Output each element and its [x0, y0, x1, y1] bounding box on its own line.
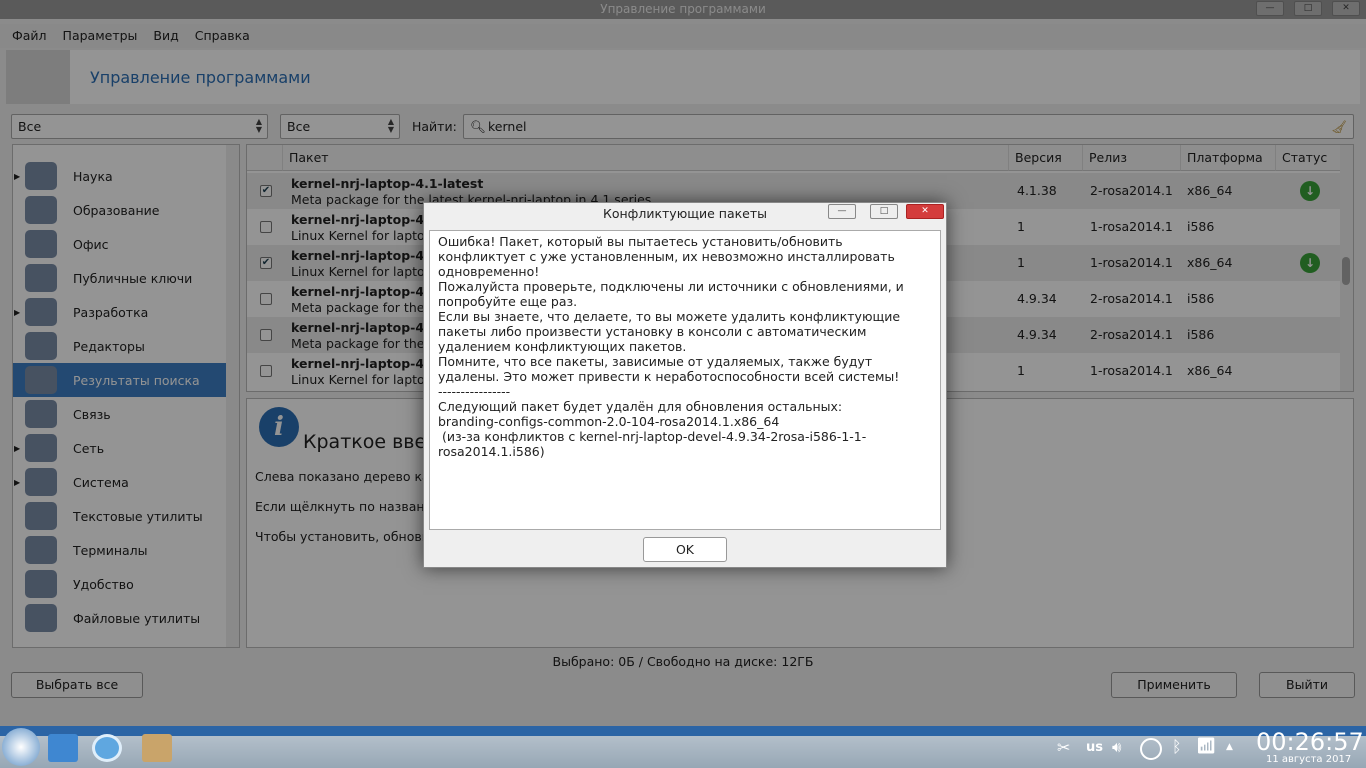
ok-button[interactable]: OK: [643, 537, 727, 562]
taskbar: ✂ us 🔊︎ ᛒ 📶︎ ▲ 00:26:57 11 августа 2017: [0, 726, 1366, 768]
bluetooth-icon[interactable]: ᛒ: [1172, 737, 1182, 756]
keyboard-layout[interactable]: us: [1086, 740, 1103, 755]
conflict-dialog: Конфликтующие пакеты — □ ✕ Ошибка! Пакет…: [423, 202, 947, 568]
start-menu-button[interactable]: [2, 728, 40, 766]
package-manager-task-icon[interactable]: [142, 734, 172, 762]
scissors-icon[interactable]: ✂: [1057, 738, 1070, 757]
dialog-message: Ошибка! Пакет, который вы пытаетесь уста…: [429, 230, 941, 530]
volume-icon[interactable]: 🔊︎: [1112, 738, 1121, 756]
clock-date: 11 августа 2017: [1266, 754, 1352, 765]
dialog-title: Конфликтующие пакеты: [602, 206, 768, 221]
dialog-minimize-button[interactable]: —: [828, 204, 856, 219]
dialog-close-button[interactable]: ✕: [906, 204, 944, 219]
dialog-maximize-button[interactable]: □: [870, 204, 898, 219]
browser-icon[interactable]: [92, 734, 122, 762]
file-manager-icon[interactable]: [48, 734, 78, 762]
clock-time[interactable]: 00:26:57: [1256, 728, 1364, 756]
tray-expand-icon[interactable]: ▲: [1226, 742, 1233, 752]
usb-icon[interactable]: [1140, 738, 1162, 760]
wifi-icon[interactable]: 📶︎: [1196, 736, 1216, 755]
